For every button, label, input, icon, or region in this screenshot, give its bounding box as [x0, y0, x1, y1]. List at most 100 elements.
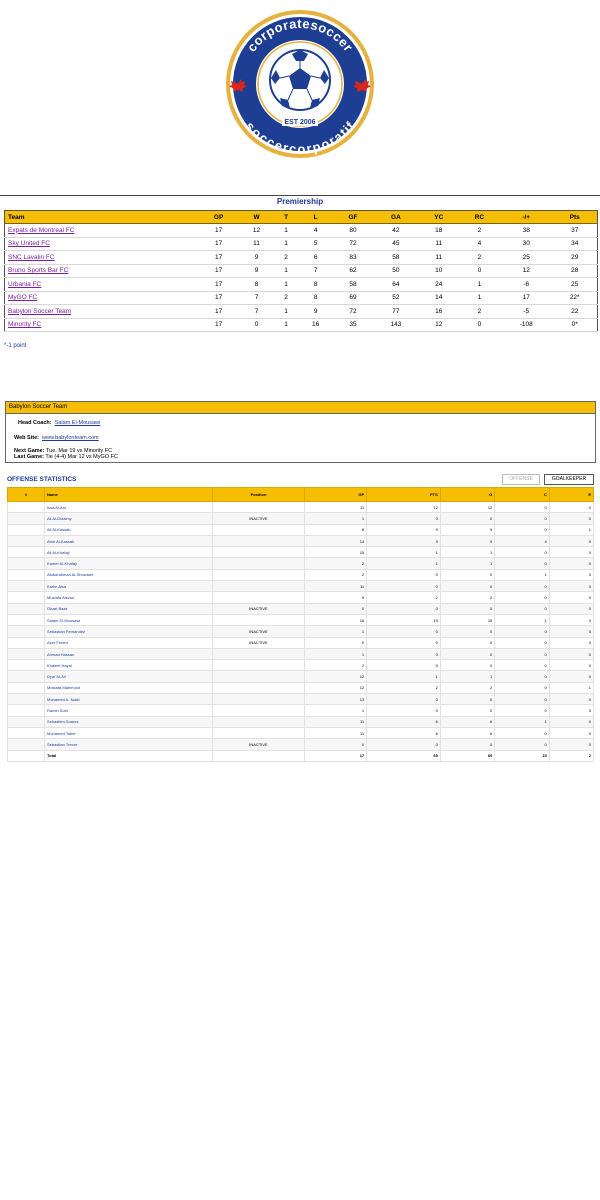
stat-cell-w: 7: [239, 304, 274, 319]
cell-e: 0: [548, 580, 595, 593]
player-name-cell[interactable]: Khaleel Hayal: [44, 659, 213, 672]
cell-pts: 2: [366, 681, 441, 695]
cell-pos: [212, 613, 305, 627]
offense-stats-table: # Name Position GP PTS G C E Issa Al-Ani…: [7, 487, 595, 762]
player-name-cell[interactable]: Sebastian Fernandez: [44, 625, 213, 638]
cell-e: 1: [548, 681, 595, 695]
player-name-cell[interactable]: Azer Fereid: [44, 636, 213, 649]
cell-pts: 19: [366, 613, 441, 627]
cell-pts: 69: [366, 749, 441, 762]
cell-c: 1: [494, 715, 550, 728]
stat-cell-yc: 12: [418, 318, 459, 332]
team-link[interactable]: Bruno Sports Bar FC: [8, 267, 68, 274]
cell-pos: [212, 546, 305, 559]
player-name-cell[interactable]: Sebastien Suarez: [44, 715, 213, 728]
player-name-cell[interactable]: Dyar M-Ali: [44, 670, 213, 683]
website-label: Web Site:: [14, 435, 39, 441]
player-row: Ghazi Bazir INACTIVE 0 0 0 0 0: [7, 602, 595, 615]
col-header-rc: RC: [458, 210, 501, 224]
player-name-cell[interactable]: Sebastian Treore: [44, 738, 213, 751]
cell-pts: 0: [366, 636, 441, 649]
player-name-cell[interactable]: Mohamed A. Naiki: [44, 693, 213, 706]
team-link[interactable]: MyGO FC: [8, 294, 37, 301]
cell-e: 0: [548, 512, 595, 525]
player-row: Sebastian Fernandez INACTIVE 1 0 0 0 0: [7, 625, 595, 638]
head-coach-line: Head Coach: Salam El-Mousawi: [18, 420, 100, 426]
stat-cell-rc: 2: [458, 223, 501, 238]
team-link[interactable]: Urbania FC: [8, 281, 41, 288]
stat-cell-w: 9: [239, 264, 274, 278]
player-name-cell[interactable]: Salam El-Mousawi: [44, 613, 213, 627]
stat-cell-ga: 42: [373, 223, 419, 238]
stat-cell-t: 2: [273, 291, 299, 305]
standings-row: MyGO FC 17 7 2 8 69 52 14 1 17 22*: [4, 291, 598, 305]
cell-gp: 17: [303, 749, 368, 762]
cell-pts: 1: [366, 670, 441, 683]
cell-pts: 9: [366, 523, 441, 536]
premiership-title: Premiership: [276, 197, 324, 206]
cell-pos: INACTIVE: [212, 738, 305, 751]
col-header-gp: GP: [198, 210, 240, 224]
stat-cell-diff: 12: [500, 264, 553, 278]
stat-cell-w: 0: [239, 318, 274, 332]
goalkeeper-tab-button[interactable]: GOALKEEPER: [544, 474, 594, 485]
cell-e: 0: [548, 670, 595, 683]
stat-cell-gf: 35: [332, 318, 374, 332]
team-link[interactable]: Minority FC: [8, 321, 41, 328]
cell-pts: 9: [366, 534, 441, 548]
col-header-t: T: [273, 210, 299, 224]
cell-pos: INACTIVE: [212, 512, 305, 525]
player-row: Sebastian Treore INACTIVE 0 0 0 0 0: [7, 738, 595, 751]
team-cell: Bruno Sports Bar FC: [4, 264, 198, 278]
player-row: Mustafa Alsvan 9 2 2 0 0: [7, 591, 595, 604]
cell-pos: [212, 704, 305, 717]
offense-tab-button[interactable]: OFFENSE: [502, 474, 540, 485]
player-name-cell[interactable]: Karim Alsa: [44, 580, 213, 593]
player-name-cell[interactable]: Ali Al-Dulaimy: [44, 512, 213, 525]
team-link[interactable]: Babylon Soccer Team: [8, 308, 71, 315]
player-name-cell[interactable]: Ahmad Hassan: [44, 647, 213, 661]
player-name-cell[interactable]: Ali Al-Kassab: [44, 523, 213, 536]
player-name-cell[interactable]: Mustafa Alsvan: [44, 591, 213, 604]
team-link[interactable]: SNC Lavalin FC: [8, 254, 55, 261]
stat-cell-pts: 29: [552, 250, 598, 265]
team-link[interactable]: Sky United FC: [8, 240, 50, 247]
standings-row: Minority FC 17 0 1 16 35 143 12 0 -108 0*: [4, 318, 598, 332]
cell-g: 12: [439, 500, 496, 514]
cell-pos: [212, 693, 305, 706]
cell-e: 0: [548, 557, 595, 570]
player-name-cell[interactable]: Ramin Sobi: [44, 704, 213, 717]
col-header-team: Team: [4, 210, 198, 224]
cell-c: 0: [494, 546, 550, 559]
player-name-cell[interactable]: Mostafa Mahmood: [44, 681, 213, 695]
cell-e: 0: [548, 693, 595, 706]
stat-cell-rc: 1: [458, 291, 501, 305]
cell-g: 0: [439, 738, 496, 751]
player-name-cell[interactable]: Ali Al-Khafaji: [44, 546, 213, 559]
head-coach-link[interactable]: Salam El-Mousawi: [55, 420, 101, 426]
stat-cell-t: 1: [273, 264, 299, 278]
cell-e: 0: [548, 715, 595, 728]
team-link[interactable]: Expats de Montreal FC: [8, 227, 74, 234]
cell-num: [7, 659, 45, 672]
player-row: Salam El-Mousawi 16 19 19 1 0: [7, 613, 595, 627]
stat-cell-ga: 45: [373, 237, 419, 251]
player-name-cell[interactable]: Ghazi Bazir: [44, 602, 213, 615]
player-name-cell[interactable]: Kamer Al-Khafaji: [44, 557, 213, 570]
cell-pts: 6: [366, 715, 441, 728]
cell-g: 0: [439, 512, 496, 525]
cell-gp: 0: [303, 602, 368, 615]
stat-cell-gf: 83: [332, 250, 374, 265]
website-link[interactable]: www.babylonteam.com: [42, 435, 99, 441]
cell-num: [7, 715, 45, 728]
player-row: Azer Fereid INACTIVE 0 0 0 0 0: [7, 636, 595, 649]
cell-g: 2: [439, 591, 496, 604]
stat-cell-t: 2: [273, 250, 299, 265]
player-name-cell[interactable]: Abdulrahman Al-Showaier: [44, 568, 213, 582]
player-name-cell[interactable]: Amir Al-Kassab: [44, 534, 213, 548]
cell-g: 0: [439, 625, 496, 638]
cell-g: 0: [439, 568, 496, 582]
player-name-cell[interactable]: Issa Al-Ani: [44, 500, 213, 514]
player-name-cell[interactable]: Mohamed Taher: [44, 726, 213, 740]
player-row: Ali Al-Kassab 8 9 9 0 1: [7, 523, 595, 536]
